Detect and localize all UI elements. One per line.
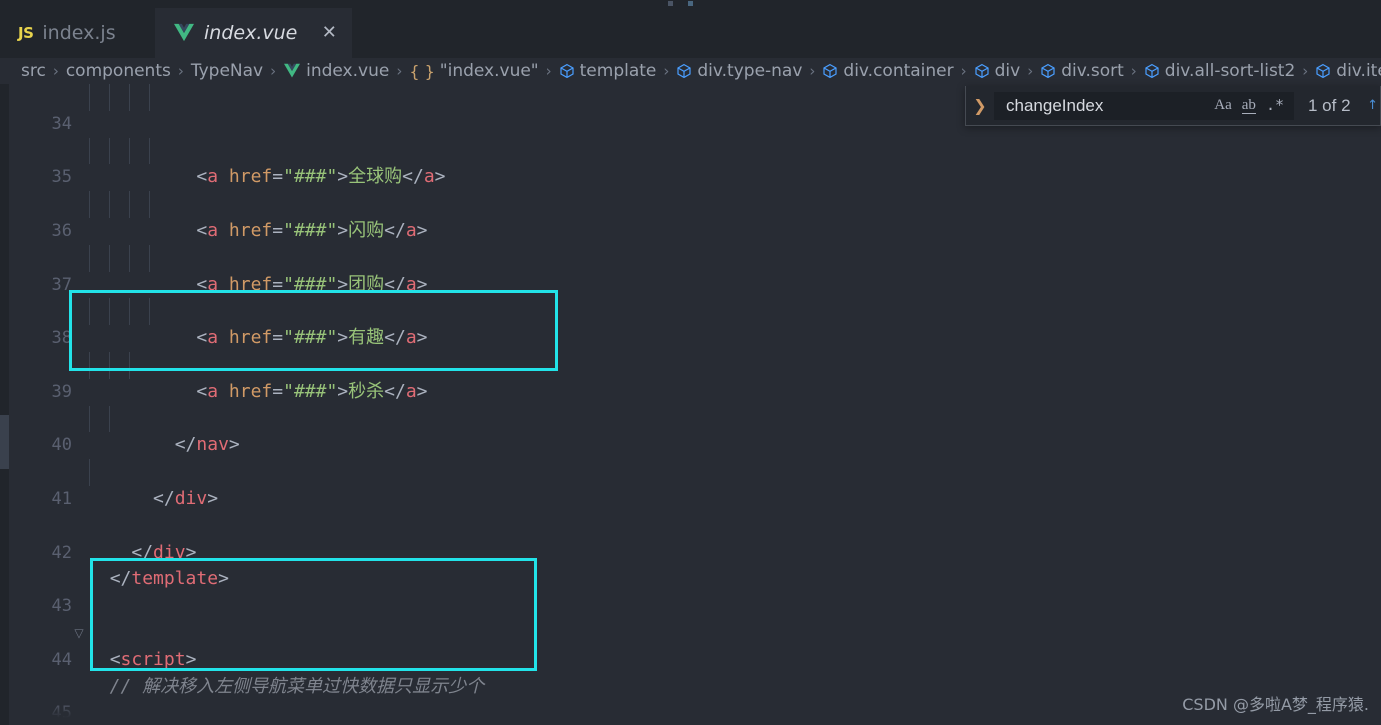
line-content: <script>	[109, 648, 197, 670]
line-content: <a href="###">全球购</a>	[196, 166, 446, 188]
find-widget[interactable]: ❯ changeIndex Aa ab .* 1 of 2 ↑	[965, 86, 1381, 126]
line-content: <a href="###">闪购</a>	[196, 219, 428, 241]
breadcrumb-separator: ›	[663, 62, 670, 80]
use-regex-icon[interactable]: .*	[1266, 98, 1284, 113]
line-number: 41	[51, 488, 72, 509]
line-number: 43	[51, 596, 72, 617]
line-content: </div>	[153, 487, 219, 509]
vscode-window: JS index.js index.vue ✕ src › components…	[0, 0, 1381, 725]
code-line[interactable]: 40 </div>	[0, 405, 1381, 509]
breadcrumb: src › components › TypeNav › index.vue ›…	[0, 58, 1381, 84]
code-lines: 34 <a href="###">全球购</a> 35 <a href="###…	[0, 84, 1381, 725]
code-line[interactable]: 38 <a href="###">秒杀</a>	[0, 298, 1381, 402]
tab-label: index.js	[42, 22, 116, 44]
line-number: 34	[51, 113, 72, 134]
tab-top-marker-2	[688, 1, 693, 6]
code-line[interactable]: 36 <a href="###">团购</a>	[0, 191, 1381, 295]
chevron-right-icon[interactable]: ❯	[966, 96, 994, 115]
line-number: 35	[51, 167, 72, 188]
breadcrumb-separator: ›	[809, 62, 816, 80]
line-number: 38	[51, 328, 72, 349]
line-number: 44	[51, 649, 72, 670]
breadcrumb-item-index-vue[interactable]: index.vue	[283, 61, 389, 81]
tab-index-js[interactable]: JS index.js	[0, 8, 130, 58]
breadcrumb-item-template[interactable]: template	[559, 61, 656, 81]
breadcrumb-item-src[interactable]: src	[21, 61, 46, 81]
symbol-cube-icon	[1040, 63, 1056, 79]
braces-icon: { }	[409, 61, 435, 81]
symbol-cube-icon	[676, 63, 692, 79]
line-content: <a href="###">有趣</a>	[196, 327, 428, 349]
breadcrumb-item-components[interactable]: components	[66, 61, 171, 81]
symbol-cube-icon	[1315, 63, 1331, 79]
symbol-cube-icon	[822, 63, 838, 79]
find-result-count: 1 of 2	[1308, 95, 1351, 115]
breadcrumb-separator: ›	[396, 62, 403, 80]
find-input-wrapper[interactable]: changeIndex Aa ab .*	[994, 91, 1294, 120]
line-number: 42	[51, 542, 72, 563]
code-line[interactable]: 43 ▽ <script>	[0, 566, 1381, 670]
code-line[interactable]: 35 <a href="###">闪购</a>	[0, 137, 1381, 241]
breadcrumb-item-div-all-sort-list2[interactable]: div.all-sort-list2	[1144, 61, 1295, 81]
watermark: CSDN @多啦A梦_程序猿.	[1182, 695, 1369, 714]
breadcrumb-separator: ›	[1130, 62, 1137, 80]
breadcrumb-separator: ›	[177, 62, 184, 80]
breadcrumb-item-div[interactable]: div	[974, 61, 1020, 81]
line-content: <a href="###">团购</a>	[196, 273, 428, 295]
breadcrumb-item-div-type-nav[interactable]: div.type-nav	[676, 61, 802, 81]
symbol-cube-icon	[974, 63, 990, 79]
close-icon[interactable]: ✕	[320, 24, 338, 42]
tab-top-marker	[668, 1, 673, 6]
code-line[interactable]: 37 <a href="###">有趣</a>	[0, 244, 1381, 348]
code-line[interactable]: 45 ▽ import throttle from 'lodash/thrott…	[0, 674, 1381, 723]
breadcrumb-item-div-container[interactable]: div.container	[822, 61, 954, 81]
breadcrumb-item-div-item[interactable]: div.item	[1315, 61, 1381, 81]
breadcrumb-separator: ›	[545, 62, 552, 80]
find-input[interactable]: changeIndex	[1006, 96, 1214, 116]
find-option-buttons: Aa ab .*	[1214, 97, 1288, 114]
line-number: 39	[51, 381, 72, 402]
vue-file-icon	[283, 63, 301, 79]
whole-word-icon[interactable]: ab	[1241, 97, 1256, 114]
line-content: </nav>	[174, 434, 240, 456]
code-editor[interactable]: 34 <a href="###">全球购</a> 35 <a href="###…	[0, 84, 1381, 725]
breadcrumb-separator: ›	[1302, 62, 1309, 80]
editor-tab-bar: JS index.js index.vue ✕	[0, 0, 1381, 58]
vue-file-icon	[173, 23, 195, 43]
line-content: </div>	[131, 541, 197, 563]
code-line[interactable]: 42 </template>	[0, 513, 1381, 590]
breadcrumb-separator: ›	[270, 62, 277, 80]
code-line[interactable]: 39 </nav>	[0, 351, 1381, 455]
breadcrumb-separator: ›	[1027, 62, 1034, 80]
line-number: 37	[51, 274, 72, 295]
breadcrumb-item-module[interactable]: { } "index.vue"	[409, 61, 538, 81]
line-number: 40	[51, 435, 72, 456]
code-line[interactable]: 41 </div>	[0, 459, 1381, 563]
bottom-fade	[9, 701, 1381, 725]
breadcrumb-separator: ›	[960, 62, 967, 80]
line-content: <a href="###">秒杀</a>	[196, 380, 428, 402]
tab-label: index.vue	[204, 22, 298, 44]
symbol-cube-icon	[559, 63, 575, 79]
arrow-up-icon[interactable]: ↑	[1367, 98, 1378, 113]
line-number: 36	[51, 220, 72, 241]
code-line[interactable]: 44 // 解决移入左侧导航菜单过快数据只显示少个	[0, 620, 1381, 697]
match-case-icon[interactable]: Aa	[1214, 98, 1232, 113]
tab-index-vue[interactable]: index.vue ✕	[155, 8, 353, 58]
breadcrumb-item-div-sort[interactable]: div.sort	[1040, 61, 1124, 81]
breadcrumb-item-typenav[interactable]: TypeNav	[191, 61, 263, 81]
breadcrumb-separator: ›	[52, 62, 59, 80]
js-file-icon: JS	[18, 24, 34, 42]
symbol-cube-icon	[1144, 63, 1160, 79]
